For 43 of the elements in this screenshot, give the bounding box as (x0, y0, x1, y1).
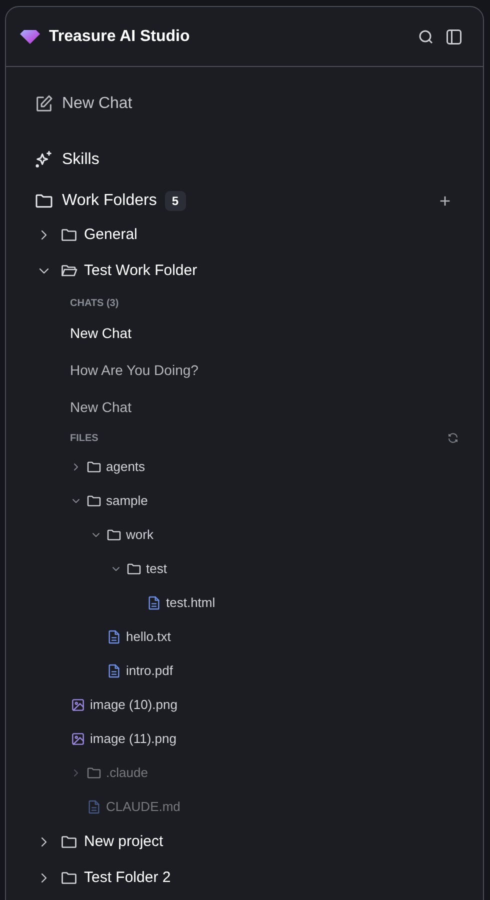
chat-item[interactable]: New Chat (70, 315, 132, 352)
folder-item[interactable]: sample (70, 484, 148, 518)
section-label: FILES (70, 432, 98, 446)
folder-icon (86, 459, 102, 475)
folder-icon (60, 869, 78, 887)
section-label: CHATS (3) (70, 297, 120, 311)
document-icon (106, 629, 122, 645)
work-folders-button[interactable]: Work Folders (34, 189, 157, 213)
sidebar-toggle-button[interactable] (445, 28, 463, 46)
folder-item[interactable]: Test Folder 2 (36, 860, 171, 896)
chat-item[interactable]: New Chat (70, 389, 132, 426)
refresh-button[interactable] (447, 432, 459, 444)
folder-icon (60, 226, 78, 244)
file-item[interactable]: image (10).png (70, 688, 178, 722)
image-icon (70, 731, 86, 747)
folder-item[interactable]: work (70, 518, 154, 552)
folder-icon (86, 493, 102, 509)
file-item[interactable]: intro.pdf (70, 654, 173, 688)
image-icon (70, 697, 86, 713)
file-item[interactable]: hello.txt (70, 620, 171, 654)
folder-icon (126, 561, 142, 577)
folder-icon (106, 527, 122, 543)
sparkles-icon (34, 150, 54, 170)
edit-icon (34, 94, 54, 114)
document-icon (106, 663, 122, 679)
skills-button[interactable]: Skills (34, 150, 100, 170)
folder-item[interactable]: test (70, 552, 167, 586)
count-badge: 5 (164, 191, 186, 211)
app-title: Treasure AI Studio (49, 26, 190, 46)
folder-icon (86, 765, 102, 781)
file-item[interactable]: test.html (70, 586, 216, 620)
document-icon (146, 595, 162, 611)
folder-item[interactable]: Test Work Folder (36, 253, 198, 289)
gem-logo-icon (20, 30, 40, 44)
folder-item[interactable]: General (36, 217, 138, 253)
chat-item[interactable]: How Are You Doing? (70, 352, 198, 389)
document-icon (86, 799, 102, 815)
file-item[interactable]: image (11).png (70, 722, 176, 756)
new-chat-button[interactable]: New Chat (34, 94, 132, 114)
folder-item[interactable]: agents (70, 450, 146, 484)
search-button[interactable] (417, 28, 435, 46)
folder-icon (60, 833, 78, 851)
folder-item[interactable]: New project (36, 824, 164, 860)
